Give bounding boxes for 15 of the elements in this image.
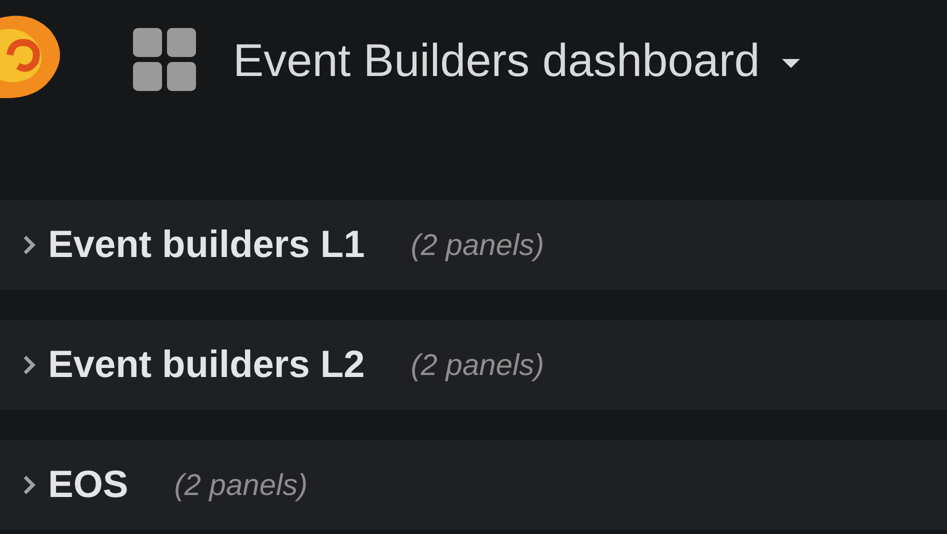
caret-icon[interactable] [782,59,800,69]
row-header[interactable]: Event builders L1 (2 panels) [0,200,947,290]
row-title: Event builders L1 [48,222,365,268]
row-title: EOS [48,462,128,508]
dashboard-title[interactable]: Event Builders dashboard [233,37,760,83]
chevron-icon[interactable] [22,234,36,256]
row-header[interactable]: EOS (2 panels) [0,440,947,530]
panel-count: (2 panels) [410,228,544,264]
panel-count: (2 panels) [174,468,308,504]
row-header[interactable]: Event builders L2 (2 panels) [0,320,947,410]
grid-icon[interactable] [133,28,197,92]
row-title: Event builders L2 [48,342,365,388]
panel-count: (2 panels) [410,348,544,384]
chevron-icon[interactable] [22,354,36,376]
chevron-icon[interactable] [22,474,36,496]
